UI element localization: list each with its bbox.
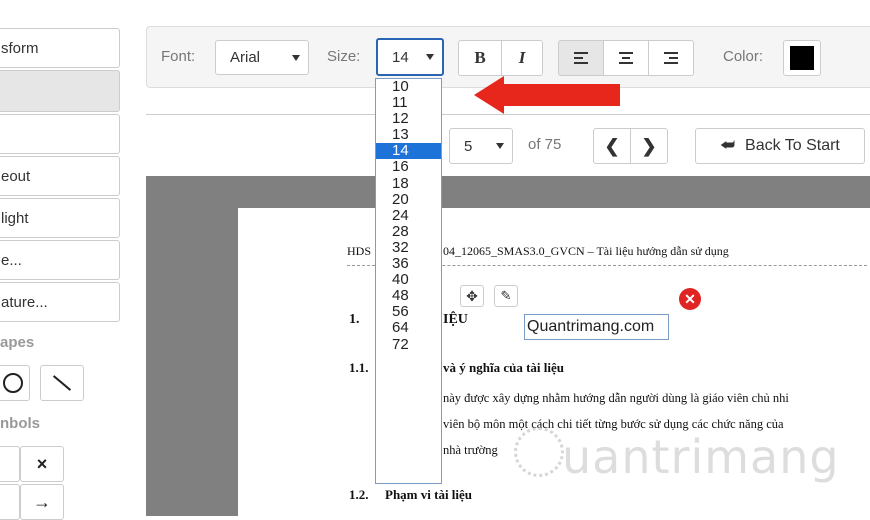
section-1-2-title: Phạm vi tài liệu: [385, 487, 473, 502]
sidebar-item-whiteout[interactable]: eout: [0, 156, 120, 196]
align-left-button[interactable]: [558, 40, 604, 76]
back-to-start-button[interactable]: ⮨ Back To Start: [695, 128, 865, 164]
section-1-title: IỆU: [443, 312, 468, 327]
cross-icon: ×: [36, 453, 48, 474]
color-label: Color:: [723, 48, 764, 65]
size-option[interactable]: 40: [376, 272, 441, 288]
pencil-icon: ✎: [500, 288, 512, 303]
watermark-logo-icon: [514, 427, 564, 477]
align-center-button[interactable]: [603, 40, 649, 76]
font-label: Font:: [161, 48, 196, 65]
align-right-icon: [664, 52, 678, 64]
red-arrow-shaft: [502, 84, 620, 106]
size-option[interactable]: 36: [376, 255, 441, 272]
size-option[interactable]: 16: [376, 159, 441, 175]
size-option[interactable]: 28: [376, 223, 441, 240]
size-option[interactable]: 11: [376, 95, 441, 111]
page-select[interactable]: 5: [449, 128, 513, 164]
size-option[interactable]: 10: [376, 78, 441, 95]
paragraph-line-1: này được xây dựng nhằm hướng dẫn người d…: [443, 391, 789, 405]
sidebar-item-signature[interactable]: ature...: [0, 282, 120, 322]
size-option[interactable]: 56: [376, 304, 441, 320]
paragraph-line-3: nhà trường: [443, 443, 498, 457]
size-dropdown-list: 10 11 12 13 14 16 18 20 24 28 32 36 40 4…: [375, 78, 442, 484]
doc-header-left: HDS: [347, 244, 372, 258]
bold-label: B: [474, 48, 486, 67]
font-select[interactable]: Arial: [215, 40, 309, 75]
next-page-button[interactable]: ❯: [630, 128, 668, 164]
italic-label: I: [518, 48, 526, 67]
chevron-right-icon: ❯: [641, 135, 657, 156]
sidebar-item-label: light: [1, 209, 29, 227]
align-right-button[interactable]: [648, 40, 694, 76]
sidebar-blank-button-2[interactable]: [0, 114, 120, 154]
edit-handle-button[interactable]: ✎: [494, 285, 518, 307]
size-value: 14: [392, 48, 409, 66]
chevron-down-icon: [496, 143, 504, 149]
back-to-start-label: Back To Start: [745, 137, 840, 154]
size-option[interactable]: 32: [376, 239, 441, 256]
section-1-number: 1.: [349, 312, 360, 327]
text-annotation-box[interactable]: Quantrimang.com: [524, 314, 669, 340]
size-option[interactable]: 48: [376, 288, 441, 304]
cross-symbol-button[interactable]: ×: [20, 446, 64, 482]
doc-header-right: 04_12065_SMAS3.0_GVCN – Tài liệu hướng d…: [443, 244, 729, 258]
watermark-text: uantrimang: [562, 430, 840, 484]
section-1-1-number: 1.1.: [349, 360, 369, 375]
chevron-down-icon: [426, 54, 434, 60]
size-option[interactable]: 20: [376, 191, 441, 208]
page-value: 5: [464, 137, 473, 155]
italic-button[interactable]: I: [501, 40, 543, 76]
sidebar-item-label: eout: [1, 167, 31, 185]
arrow-symbol-button[interactable]: →: [20, 484, 64, 520]
sidebar-item-highlight[interactable]: light: [0, 198, 120, 238]
shapes-heading: apes: [0, 334, 35, 351]
bold-button[interactable]: B: [458, 40, 502, 76]
size-option-selected[interactable]: 14: [376, 143, 441, 160]
size-option[interactable]: 12: [376, 111, 441, 127]
symbol-left-button[interactable]: [0, 446, 20, 482]
line-icon: [52, 375, 72, 391]
red-arrow-icon: [474, 76, 504, 114]
page-total: of 75: [528, 136, 562, 153]
transform-button[interactable]: sform: [0, 28, 120, 68]
align-left-icon: [574, 52, 588, 64]
move-icon: ✥: [466, 287, 478, 304]
delete-icon[interactable]: ✕: [679, 288, 701, 310]
arrow-right-icon: →: [33, 491, 51, 512]
size-option[interactable]: 18: [376, 175, 441, 192]
align-center-icon: [619, 52, 633, 64]
font-value: Arial: [230, 49, 261, 66]
size-option[interactable]: 64: [376, 320, 441, 336]
size-select[interactable]: 14: [376, 38, 444, 76]
line-shape-button[interactable]: [40, 365, 84, 401]
size-option[interactable]: 24: [376, 207, 441, 224]
circle-icon: [3, 373, 23, 393]
section-1-2-number: 1.2.: [349, 487, 369, 502]
color-swatch: [790, 46, 814, 70]
color-picker-button[interactable]: [783, 40, 821, 76]
sidebar-item-label: ature...: [1, 293, 48, 311]
size-label: Size:: [327, 48, 361, 65]
size-option[interactable]: 13: [376, 127, 441, 143]
symbol-left-button-2[interactable]: [0, 484, 20, 520]
previous-page-button[interactable]: ❮: [593, 128, 631, 164]
sidebar-item-image[interactable]: e...: [0, 240, 120, 280]
format-toolbar: Font: Arial Size: 14 B I Color:: [146, 26, 870, 88]
chevron-down-icon: [292, 54, 300, 61]
text-annotation-value: Quantrimang.com: [527, 318, 655, 335]
sidebar-blank-button[interactable]: [0, 70, 120, 112]
page-navigation-bar: 5 of 75 ❮ ❯ ⮨ Back To Start: [146, 114, 870, 177]
move-handle-button[interactable]: ✥: [460, 285, 484, 307]
sidebar-item-label: e...: [1, 251, 22, 269]
symbols-heading: nbols: [0, 415, 40, 432]
section-1-1-title: và ý nghĩa của tài liệu: [443, 360, 564, 375]
chevron-left-icon: ❮: [604, 135, 620, 156]
transform-label: sform: [1, 39, 39, 57]
circle-shape-button[interactable]: [0, 365, 30, 401]
reply-icon: ⮨: [720, 137, 736, 154]
size-option[interactable]: 72: [376, 336, 441, 353]
